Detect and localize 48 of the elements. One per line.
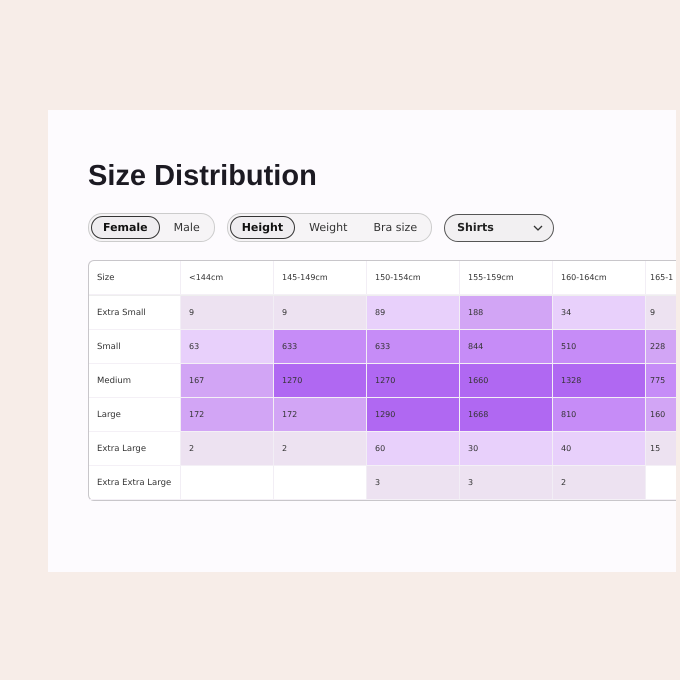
page-title: Size Distribution (88, 160, 318, 193)
chevron-down-icon (533, 224, 544, 230)
table-cell: 3 (460, 466, 553, 500)
table-cell: 30 (460, 432, 553, 466)
table-cell: 1668 (460, 398, 553, 432)
column-header: 155-159cm (460, 261, 553, 295)
category-dropdown[interactable]: Shirts (444, 214, 554, 242)
table-cell: 167 (181, 364, 274, 398)
table-cell: 63 (181, 330, 274, 364)
table-cell: 172 (181, 398, 274, 432)
table-cell: 1290 (367, 398, 460, 432)
table-cell: 2 (181, 432, 274, 466)
table-cell: 34 (553, 296, 646, 330)
measure-option[interactable]: Bra size (361, 216, 430, 239)
table-cell: 1328 (553, 364, 646, 398)
table-cell: 1660 (460, 364, 553, 398)
table-cell: 228 (646, 330, 676, 364)
table-cell: 633 (367, 330, 460, 364)
gender-option[interactable]: Male (162, 216, 212, 239)
table-cell: 9 (181, 296, 274, 330)
table-cell: 40 (553, 432, 646, 466)
table-cell: 810 (553, 398, 646, 432)
gender-option[interactable]: Female (91, 216, 160, 239)
table-cell: 60 (367, 432, 460, 466)
table-cell: 633 (274, 330, 367, 364)
table-cell: 1270 (367, 364, 460, 398)
table-cell: 9 (646, 296, 676, 330)
column-header: 150-154cm (367, 261, 460, 295)
measure-option[interactable]: Height (230, 216, 296, 239)
table-cell: 15 (646, 432, 676, 466)
measure-option[interactable]: Weight (297, 216, 360, 239)
table-cell: 89 (367, 296, 460, 330)
table-cell: 844 (460, 330, 553, 364)
table-cell: 3 (367, 466, 460, 500)
column-header: 160-164cm (553, 261, 646, 295)
table-cell: 9 (274, 296, 367, 330)
column-header: 145-149cm (274, 261, 367, 295)
table-cell: 1270 (274, 364, 367, 398)
table-cell: 2 (274, 432, 367, 466)
table-cell: 510 (553, 330, 646, 364)
table-cell: 2 (553, 466, 646, 500)
column-header: Size (89, 261, 181, 295)
table-cell: 188 (460, 296, 553, 330)
table-cell: 775 (646, 364, 676, 398)
table-cell: 172 (274, 398, 367, 432)
column-header: 165-1 (646, 261, 676, 295)
column-header: <144cm (181, 261, 274, 295)
table-cell: 160 (646, 398, 676, 432)
